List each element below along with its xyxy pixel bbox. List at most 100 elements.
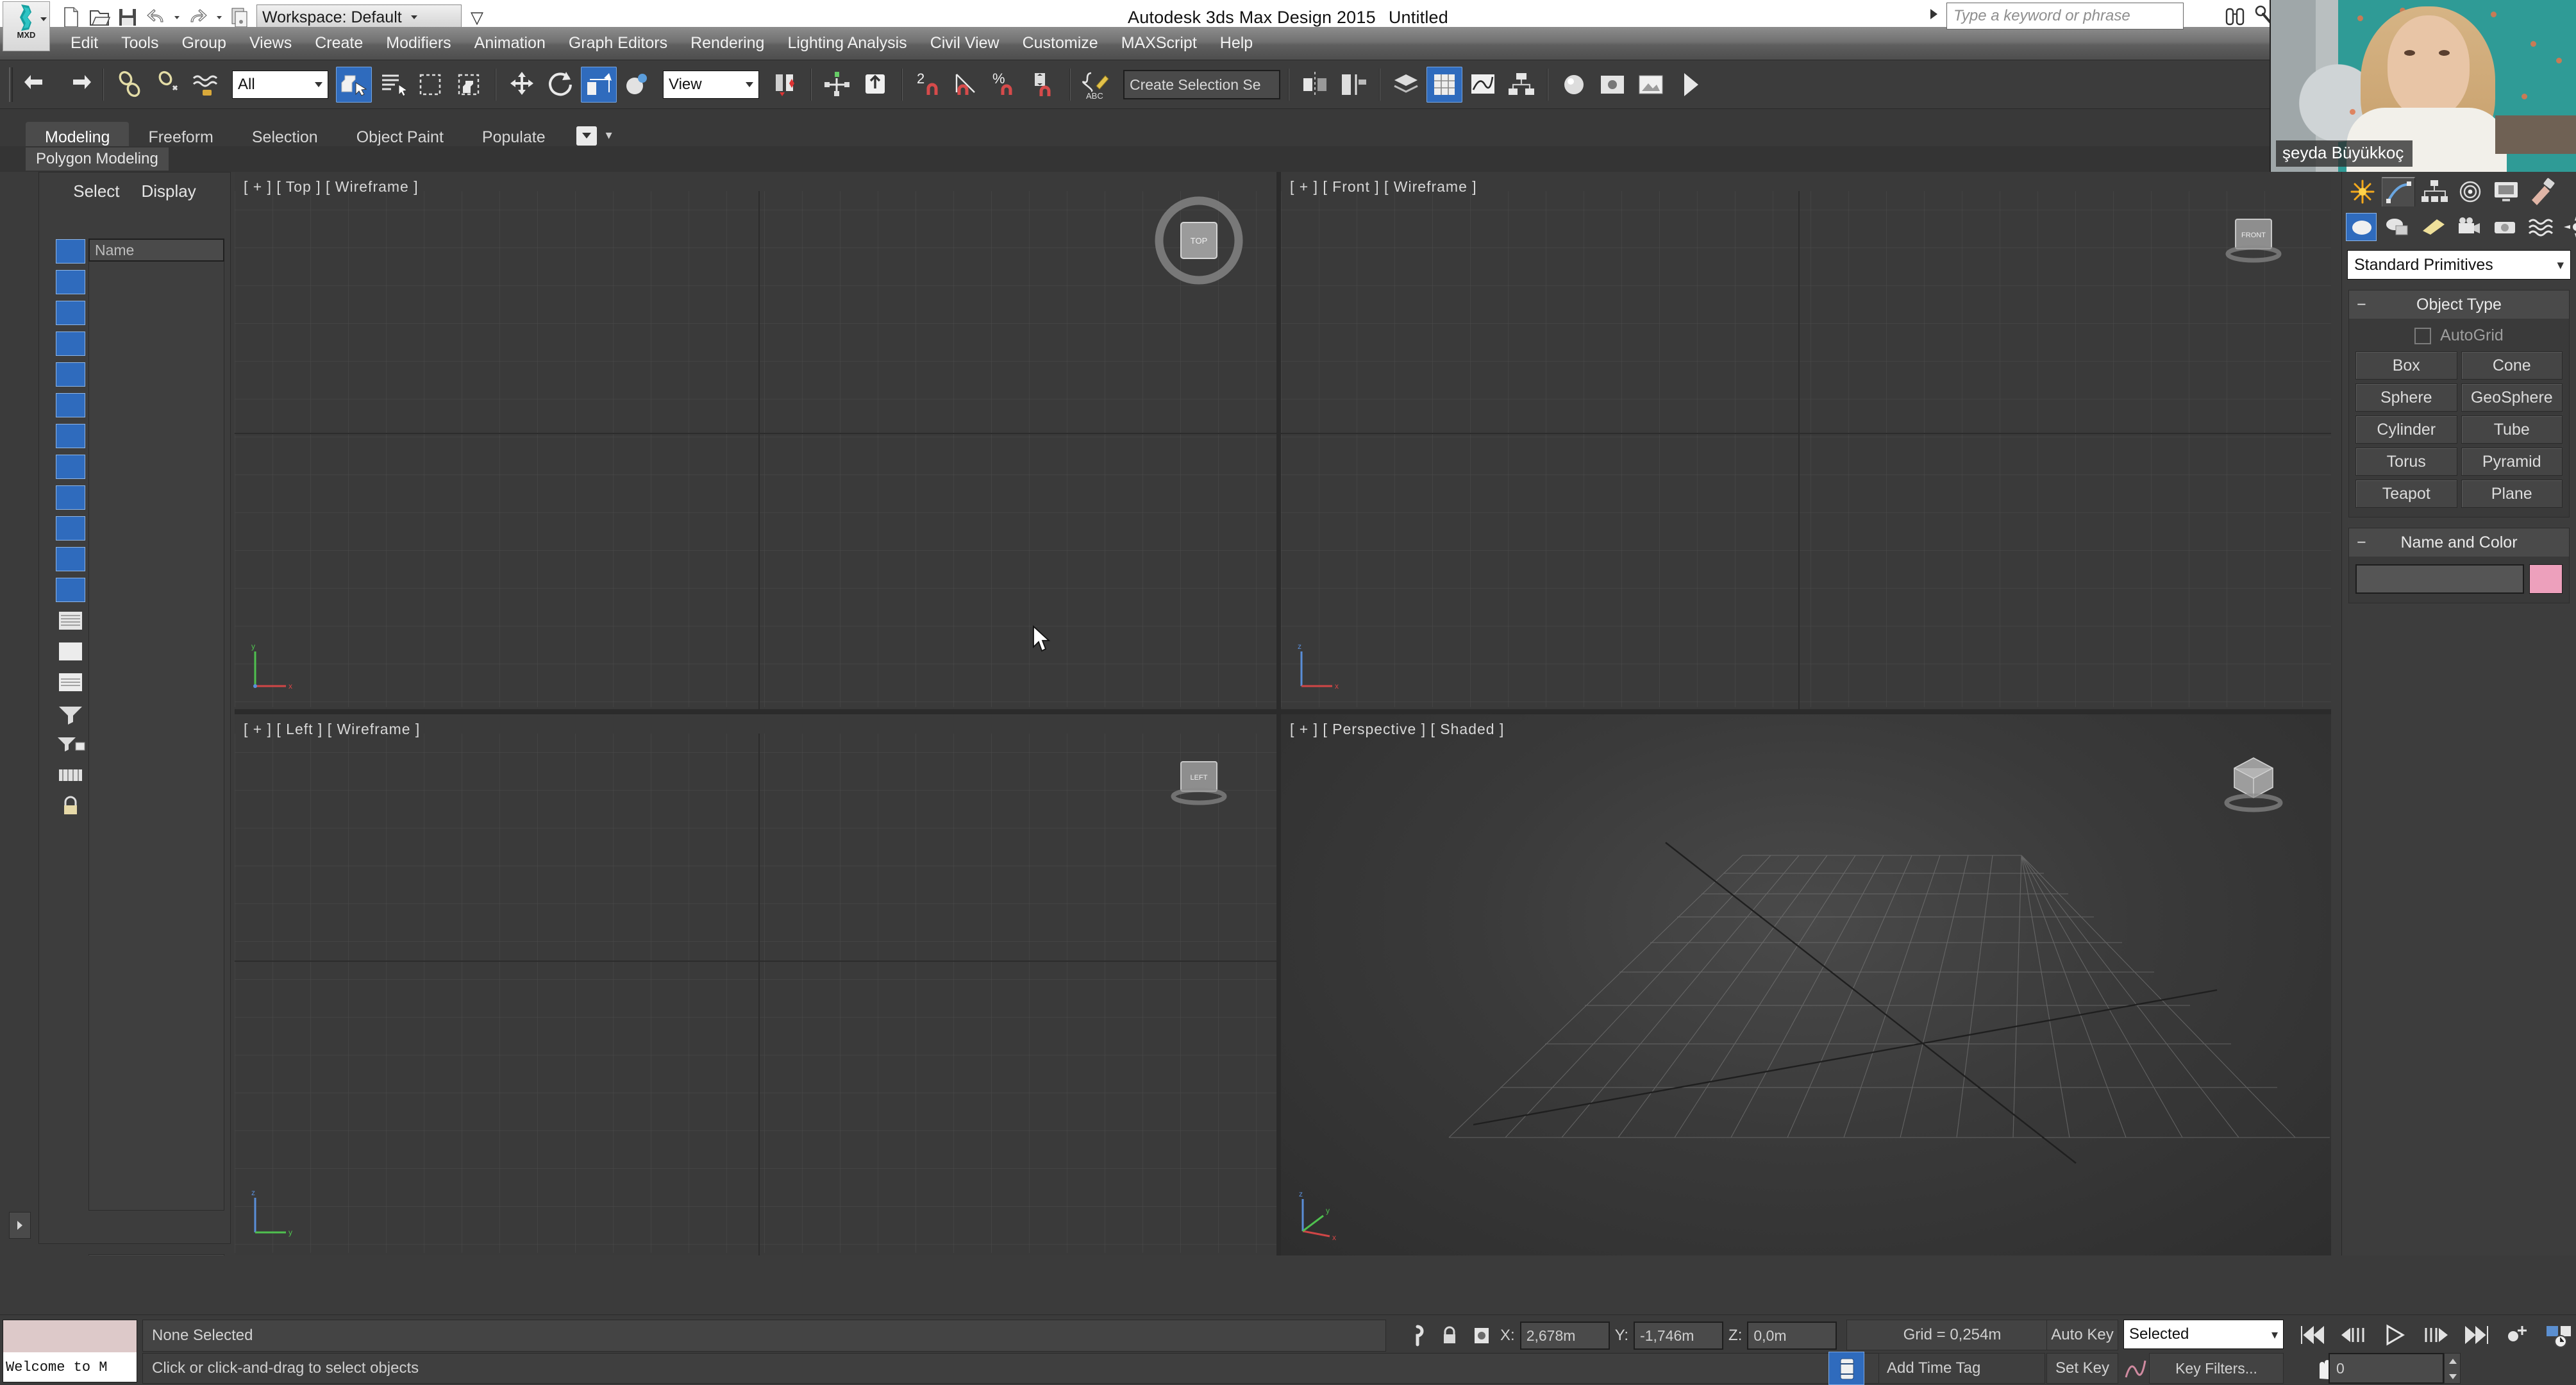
chevron-down-icon[interactable]: ▾ xyxy=(2271,1327,2278,1343)
create-cone-button[interactable]: Cone xyxy=(2461,351,2563,380)
go-to-start-icon[interactable] xyxy=(2295,1320,2330,1350)
search-expand-icon[interactable] xyxy=(1930,9,1937,19)
align-icon[interactable] xyxy=(858,67,894,103)
viewcube-left[interactable]: LEFT xyxy=(1151,735,1247,831)
save-file-icon[interactable] xyxy=(115,5,140,29)
menu-item-modifiers[interactable]: Modifiers xyxy=(374,31,462,55)
add-time-tag-button[interactable]: Add Time Tag xyxy=(1878,1353,2045,1384)
scene-explorer-bone-icon[interactable] xyxy=(54,483,87,512)
collapse-icon[interactable]: − xyxy=(2357,296,2366,314)
scene-explorer-particle-icon[interactable] xyxy=(54,545,87,573)
previous-frame-icon[interactable] xyxy=(2336,1320,2371,1350)
menu-item-create[interactable]: Create xyxy=(303,31,374,55)
column-settings-icon[interactable] xyxy=(54,760,87,789)
key-filters-button[interactable]: Key Filters... xyxy=(2149,1353,2284,1384)
x-coordinate-input[interactable]: 2,678m xyxy=(1519,1322,1610,1350)
viewport-left-label[interactable]: [ + ] [ Left ] [ Wireframe ] xyxy=(244,721,420,738)
add-time-tag-icon[interactable] xyxy=(1828,1352,1864,1385)
current-time-input[interactable]: 0 xyxy=(2329,1353,2444,1384)
list-view-icon[interactable] xyxy=(54,607,87,635)
ribbon-options-icon[interactable] xyxy=(576,126,597,146)
utilities-tab-icon[interactable] xyxy=(2525,177,2559,206)
play-animation-icon[interactable] xyxy=(2377,1320,2412,1350)
systems-icon[interactable] xyxy=(2561,213,2576,241)
percent-snap-toggle-icon[interactable]: % xyxy=(987,67,1023,103)
panel-view-icon[interactable] xyxy=(54,637,87,666)
toolbar-grip[interactable] xyxy=(9,67,13,102)
lights-icon[interactable] xyxy=(2418,213,2448,241)
select-and-scale-icon[interactable] xyxy=(581,67,617,103)
scene-explorer-name-column-header[interactable]: Name xyxy=(88,239,224,262)
menu-item-customize[interactable]: Customize xyxy=(1011,31,1110,55)
chevron-down-icon[interactable] xyxy=(40,17,47,21)
z-coordinate-input[interactable]: 0,0m xyxy=(1747,1322,1837,1350)
go-to-end-icon[interactable] xyxy=(2459,1320,2494,1350)
mirror-tool-icon[interactable] xyxy=(1297,67,1333,103)
motion-tab-icon[interactable] xyxy=(2454,177,2487,206)
rollout-name-and-color-header[interactable]: − Name and Color xyxy=(2349,528,2569,557)
scene-explorer-object-list[interactable] xyxy=(88,262,224,1211)
scene-explorer-tab-select[interactable]: Select xyxy=(73,181,119,201)
workspace-selector[interactable]: Workspace: Default xyxy=(256,4,462,30)
scene-explorer-group-icon[interactable] xyxy=(54,422,87,450)
rendered-frame-window-icon[interactable] xyxy=(1633,67,1669,103)
menu-item-civil-view[interactable]: Civil View xyxy=(919,31,1011,55)
scene-explorer-shape-icon[interactable] xyxy=(54,268,87,296)
chevron-down-icon[interactable]: ▾ xyxy=(2557,257,2564,273)
create-box-button[interactable]: Box xyxy=(2355,351,2457,380)
helpers-icon[interactable] xyxy=(2489,213,2520,241)
display-tab-icon[interactable] xyxy=(2489,177,2523,206)
geometry-icon[interactable] xyxy=(2346,213,2377,241)
panel-collapse-button[interactable] xyxy=(9,1212,31,1239)
menu-item-help[interactable]: Help xyxy=(1209,31,1264,55)
maxscript-listener-input[interactable] xyxy=(3,1320,137,1352)
schematic-view-icon[interactable] xyxy=(1503,67,1539,103)
scene-explorer-object-icon[interactable] xyxy=(54,237,87,265)
viewport-top[interactable]: [ + ] [ Top ] [ Wireframe ] TOP y x xyxy=(235,172,1276,709)
set-key-button[interactable]: Set Key xyxy=(2046,1353,2118,1384)
y-coordinate-input[interactable]: -1,746m xyxy=(1634,1322,1724,1350)
create-plane-button[interactable]: Plane xyxy=(2461,480,2563,508)
angle-snap-toggle-icon[interactable] xyxy=(949,67,985,103)
selection-lock-icon[interactable] xyxy=(1436,1322,1463,1350)
cameras-icon[interactable] xyxy=(2454,213,2484,241)
menu-item-rendering[interactable]: Rendering xyxy=(679,31,776,55)
create-geosphere-button[interactable]: GeoSphere xyxy=(2461,383,2563,412)
new-file-icon[interactable] xyxy=(59,5,83,29)
subcategory-dropdown[interactable]: Standard Primitives ▾ xyxy=(2347,250,2571,280)
auto-key-button[interactable]: Auto Key xyxy=(2046,1320,2118,1350)
time-configuration-icon[interactable] xyxy=(2541,1320,2576,1350)
use-pivot-point-center-icon[interactable] xyxy=(767,67,803,103)
undo-dropdown-icon[interactable] xyxy=(174,15,180,19)
rectangular-selection-region-icon[interactable] xyxy=(413,67,449,103)
render-setup-icon[interactable] xyxy=(1594,67,1630,103)
redo-dropdown-icon[interactable] xyxy=(217,15,222,19)
key-mode-toggle-icon[interactable] xyxy=(2500,1320,2535,1350)
shapes-icon[interactable] xyxy=(2382,213,2413,241)
menu-item-group[interactable]: Group xyxy=(170,31,237,55)
absolute-relative-transform-icon[interactable] xyxy=(1468,1322,1495,1350)
redo-icon[interactable] xyxy=(59,67,95,103)
object-color-swatch[interactable] xyxy=(2529,564,2563,594)
filter-settings-icon[interactable] xyxy=(54,730,87,758)
menu-item-animation[interactable]: Animation xyxy=(463,31,557,55)
viewport-top-label[interactable]: [ + ] [ Top ] [ Wireframe ] xyxy=(244,178,419,196)
material-editor-icon[interactable] xyxy=(1556,67,1592,103)
create-cylinder-button[interactable]: Cylinder xyxy=(2355,416,2457,444)
named-selection-set-field[interactable]: Create Selection Se xyxy=(1123,70,1280,99)
next-frame-icon[interactable] xyxy=(2418,1320,2453,1350)
select-and-move-icon[interactable] xyxy=(504,67,540,103)
filter-icon[interactable] xyxy=(54,699,87,727)
object-name-input[interactable] xyxy=(2355,564,2524,594)
detail-view-icon[interactable] xyxy=(54,668,87,696)
viewcube-front[interactable]: FRONT xyxy=(2205,192,2302,289)
viewcube-perspective[interactable] xyxy=(2205,735,2302,831)
select-object-icon[interactable] xyxy=(336,67,372,103)
viewport-left[interactable]: [ + ] [ Left ] [ Wireframe ] LEFT z y xyxy=(235,714,1276,1255)
scene-explorer-light-icon[interactable] xyxy=(54,299,87,327)
collapse-icon[interactable]: − xyxy=(2357,533,2366,552)
render-production-icon[interactable] xyxy=(1671,67,1707,103)
qat-overflow-icon[interactable]: ▽ xyxy=(471,8,483,28)
search-input[interactable]: Type a keyword or phrase xyxy=(1946,3,2184,29)
manage-layers-icon[interactable] xyxy=(1388,67,1424,103)
